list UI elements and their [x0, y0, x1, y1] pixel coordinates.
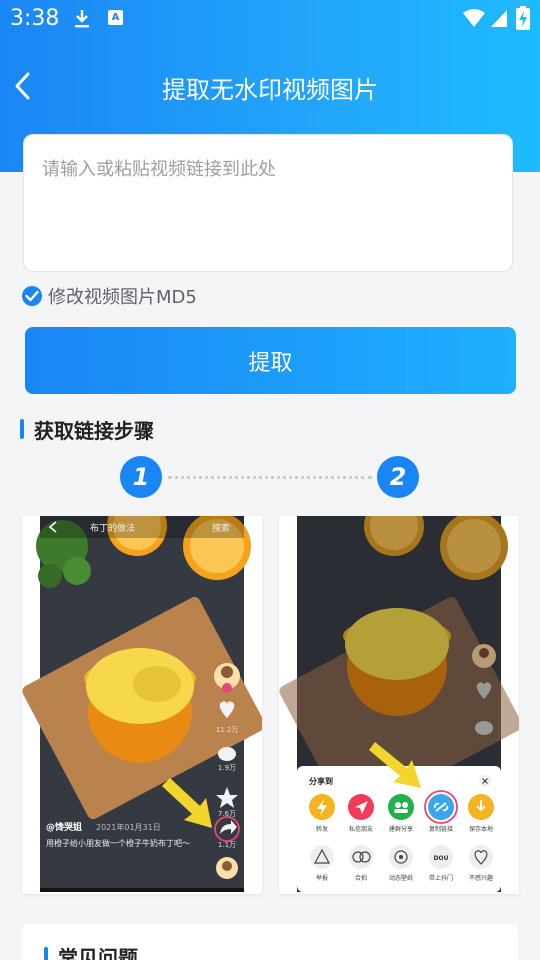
- step1-author: @馋哭姐: [46, 821, 82, 833]
- share-label-forward: 转发: [316, 825, 328, 833]
- share-label-live-wallpaper: 动态壁纸: [389, 874, 413, 882]
- step1-comment-count: 1.9万: [218, 764, 236, 772]
- faq-card: 常见问题: [22, 924, 518, 960]
- step1-like-count: 11.2万: [216, 726, 239, 734]
- share-label-private-message: 私信朋友: [349, 825, 373, 833]
- battery-charging-icon: [516, 6, 530, 30]
- faq-title-text: 常见问题: [58, 946, 138, 960]
- steps-section-title: 获取链接步骤: [20, 416, 154, 443]
- steps-title-text: 获取链接步骤: [34, 418, 154, 443]
- signal-icon: [491, 10, 507, 27]
- svg-text:DOU: DOU: [434, 855, 449, 862]
- status-bar: 3:38 A: [0, 0, 540, 36]
- share-label-report: 举报: [316, 874, 328, 882]
- step-one-badge: 1: [120, 456, 162, 498]
- step1-topbar-label: 布丁的做法: [90, 522, 135, 534]
- step-two-screenshot: 分享到 转发 私信朋友 建群分享 复制链接 保存本地 DOU 举报 合拍 动态壁…: [279, 516, 519, 894]
- extract-button[interactable]: 提取: [25, 327, 516, 394]
- step-one-screenshot: 布丁的做法 搜索 11.2万 1.9万 7.6万 1.1万 @馋哭姐 2021年…: [22, 516, 262, 894]
- share-label-save-local: 保存本地: [469, 825, 493, 833]
- faq-section-title: 常见问题: [44, 942, 138, 960]
- share-label-copy-link: 复制链接: [429, 825, 453, 833]
- share-sheet-title: 分享到: [309, 776, 333, 786]
- navigation-bar: 提取无水印视频图片: [0, 60, 540, 112]
- section-accent-bar: [20, 419, 24, 439]
- download-icon: [75, 10, 89, 28]
- step1-caption: 用橙子给小朋友做一个橙子牛奶布丁吧～: [46, 838, 190, 848]
- wifi-icon: [463, 9, 485, 27]
- status-time: 3:38: [10, 6, 60, 31]
- a-icon: A: [108, 10, 123, 25]
- page-title: 提取无水印视频图片: [162, 76, 378, 104]
- step1-date: 2021年01月31日: [96, 822, 161, 832]
- step-connector: [168, 476, 372, 479]
- step1-share-count: 1.1万: [218, 841, 236, 849]
- share-label-duet: 合拍: [355, 874, 367, 882]
- video-link-input[interactable]: [23, 134, 513, 272]
- md5-label: 修改视频图片MD5: [48, 287, 197, 308]
- share-label-group: 建群分享: [389, 825, 413, 833]
- checkbox-checked-icon[interactable]: [22, 286, 42, 306]
- faq-accent-bar: [44, 946, 48, 960]
- step1-search-label: 搜索: [212, 522, 230, 534]
- step-two-badge: 2: [377, 456, 419, 498]
- md5-checkbox-row[interactable]: 修改视频图片MD5: [22, 284, 197, 308]
- share-label-not-interested: 不感兴趣: [469, 874, 493, 882]
- share-label-hot: 带上抖门: [429, 874, 453, 882]
